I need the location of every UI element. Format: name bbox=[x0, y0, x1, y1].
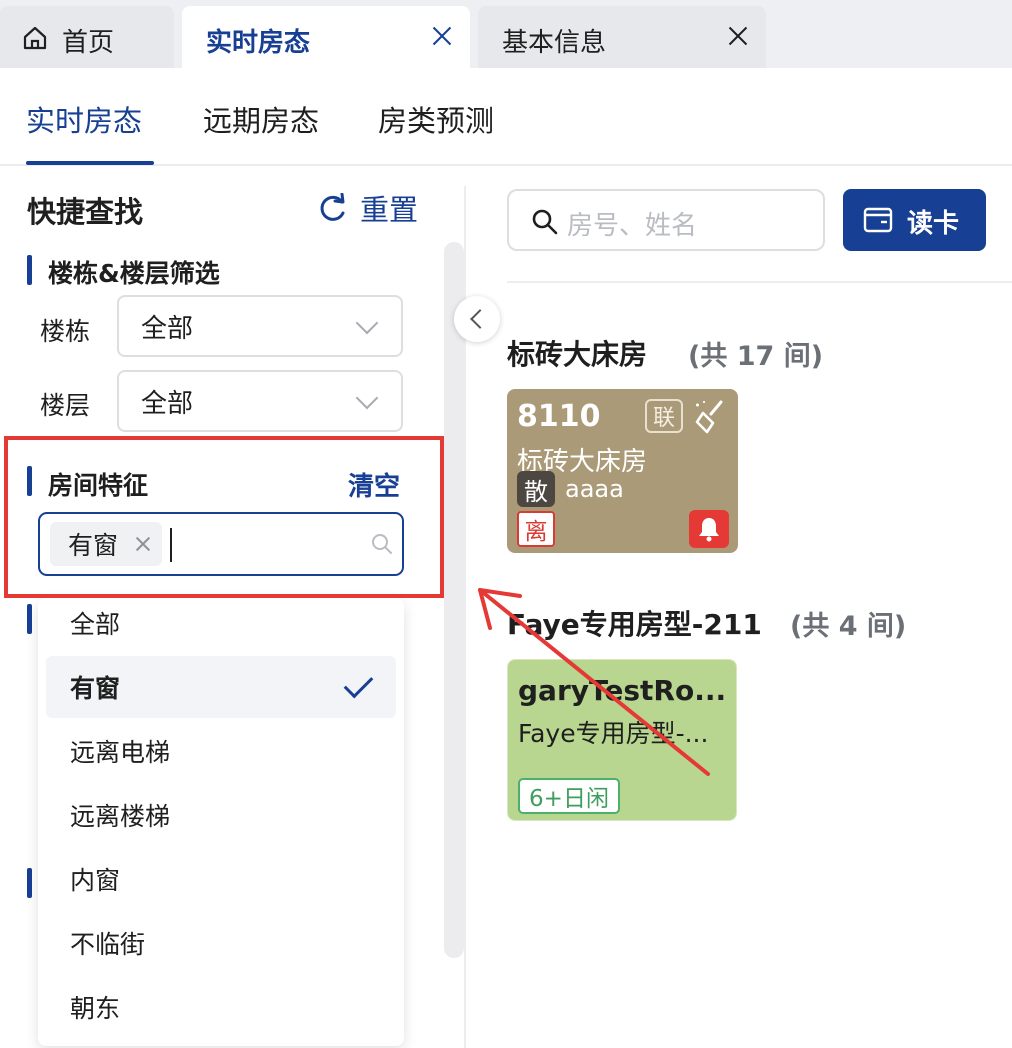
option-label: 有窗 bbox=[70, 674, 121, 703]
building-label: 楼栋 bbox=[40, 317, 91, 346]
room-type-title: 标砖大床房 bbox=[507, 338, 648, 371]
guest-name: aaaa bbox=[565, 475, 624, 503]
chevron-down-icon bbox=[355, 311, 379, 335]
option-away-stairs[interactable]: 远离楼梯 bbox=[46, 784, 396, 846]
sub-tab-bar bbox=[0, 68, 1012, 166]
check-icon bbox=[343, 668, 374, 699]
floor-select[interactable]: 全部 bbox=[117, 370, 403, 432]
floor-value: 全部 bbox=[141, 388, 194, 419]
subtab-realtime[interactable]: 实时房态 bbox=[26, 98, 142, 140]
room-search-input[interactable]: 房号、姓名 bbox=[507, 189, 825, 251]
active-subtab-indicator bbox=[26, 161, 154, 165]
search-placeholder: 房号、姓名 bbox=[567, 211, 698, 241]
collapse-sidebar-button[interactable] bbox=[454, 296, 500, 342]
reset-button[interactable]: 重置 bbox=[318, 190, 419, 227]
scatter-badge: 散 bbox=[517, 471, 555, 507]
room-card[interactable]: 8110 联 标砖大床房 散 aaaa 离 bbox=[507, 389, 738, 553]
linked-badge: 联 bbox=[645, 399, 683, 433]
quick-search-title: 快捷查找 bbox=[27, 195, 144, 229]
room-number: 8110 bbox=[517, 399, 601, 434]
read-card-button[interactable]: 读卡 bbox=[843, 189, 986, 251]
room-type-count: (共 17 间) bbox=[688, 341, 824, 372]
sidebar-scrollbar[interactable] bbox=[444, 242, 464, 958]
option-has-window[interactable]: 有窗 bbox=[46, 656, 396, 718]
option-east-facing[interactable]: 朝东 bbox=[46, 976, 396, 1038]
tab-home[interactable]: 首页 bbox=[0, 6, 174, 68]
group-marker bbox=[27, 255, 32, 285]
tab-basic-info-label: 基本信息 bbox=[502, 28, 607, 58]
annotation-arrow bbox=[478, 588, 710, 776]
search-divider bbox=[507, 281, 1012, 283]
refresh-icon bbox=[320, 193, 345, 221]
option-inner-window[interactable]: 内窗 bbox=[46, 848, 396, 910]
alert-badge bbox=[689, 510, 729, 548]
group-marker bbox=[27, 604, 32, 634]
leaving-badge: 离 bbox=[517, 511, 555, 547]
reset-label: 重置 bbox=[360, 193, 419, 227]
building-select[interactable]: 全部 bbox=[117, 295, 403, 357]
floor-label: 楼层 bbox=[40, 391, 91, 420]
idle-days-tag: 6+日闲 bbox=[518, 778, 620, 814]
close-icon[interactable] bbox=[430, 24, 454, 48]
room-type-count: (共 4 间) bbox=[790, 611, 907, 642]
tab-realtime-status[interactable]: 实时房态 bbox=[182, 6, 470, 68]
close-icon[interactable] bbox=[726, 24, 750, 48]
option-not-street[interactable]: 不临街 bbox=[46, 912, 396, 974]
building-floor-title: 楼栋&楼层筛选 bbox=[48, 259, 220, 288]
home-icon bbox=[23, 26, 47, 50]
tab-realtime-label: 实时房态 bbox=[206, 28, 311, 58]
subtab-future[interactable]: 远期房态 bbox=[203, 98, 319, 140]
building-value: 全部 bbox=[141, 313, 194, 344]
tab-basic-info[interactable]: 基本信息 bbox=[478, 6, 766, 68]
highlight-box bbox=[4, 436, 444, 598]
read-card-label: 读卡 bbox=[907, 209, 960, 239]
option-all[interactable]: 全部 bbox=[46, 592, 396, 654]
feature-options-dropdown: 全部 有窗 远离电梯 远离楼梯 内窗 不临街 朝东 bbox=[38, 598, 404, 1046]
group-marker bbox=[27, 868, 32, 898]
search-icon bbox=[532, 209, 558, 235]
bell-icon bbox=[699, 518, 719, 542]
wallet-icon bbox=[863, 207, 893, 233]
broom-icon bbox=[695, 400, 723, 434]
chevron-down-icon bbox=[355, 386, 379, 410]
tab-home-label: 首页 bbox=[62, 28, 115, 58]
subtab-forecast[interactable]: 房类预测 bbox=[378, 98, 494, 140]
option-away-elevator[interactable]: 远离电梯 bbox=[46, 720, 396, 782]
